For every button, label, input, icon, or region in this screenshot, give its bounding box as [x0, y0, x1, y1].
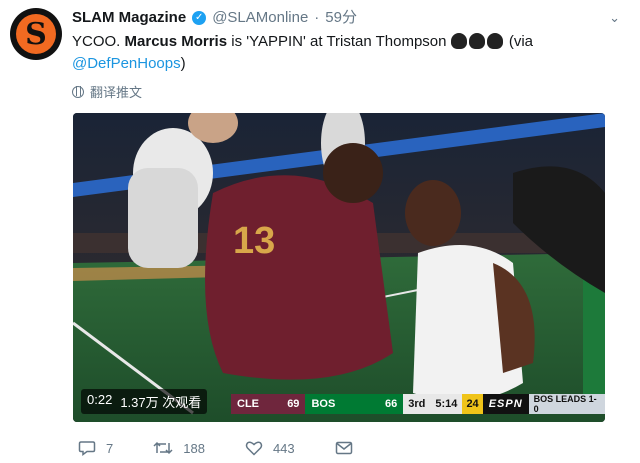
reply-count: 7	[106, 440, 114, 456]
timestamp[interactable]: 59分	[325, 8, 357, 28]
verified-badge-icon: ✓	[192, 11, 207, 25]
scorebug: CLE 69 BOS 66 3rd 5:14 24 ESPN BOS LEADS…	[231, 394, 605, 414]
tweet-text-bold: Marcus Morris	[124, 33, 228, 50]
quarter: 3rd	[403, 394, 431, 414]
speaking-head-emoji-icon	[450, 33, 467, 49]
mention-link[interactable]: @DefPenHoops	[72, 55, 181, 72]
tweet-text-part: YCOO.	[72, 33, 125, 50]
separator: ·	[314, 9, 320, 26]
retweet-button[interactable]: 188	[153, 440, 205, 456]
tweet-text-part: )	[180, 55, 186, 72]
like-count: 443	[272, 440, 295, 456]
video-duration-badge: 0:22 1.37万 次观看	[81, 389, 208, 414]
translate-label: 翻译推文	[90, 85, 143, 100]
tweet-text-part: (via	[504, 33, 533, 50]
reply-icon	[78, 441, 96, 456]
home-score: 66	[385, 398, 398, 410]
avatar[interactable]: S	[10, 8, 62, 60]
reply-button[interactable]: 7	[78, 440, 113, 456]
video-frame: 13	[73, 113, 605, 422]
network-logo: ESPN	[482, 394, 529, 414]
series-status: BOS LEADS 1-0	[528, 394, 605, 414]
tweet-actions: 7 188 443	[78, 440, 393, 456]
shot-clock: 24	[462, 394, 483, 414]
translate-tweet-button[interactable]: 翻译推文	[72, 82, 142, 101]
video-player[interactable]: 13 0:22 1.37万 次观看 CLE 69 BOS 66 3rd 5:14…	[73, 113, 605, 422]
envelope-icon	[335, 441, 352, 455]
scorebug-home: BOS 66	[305, 394, 404, 414]
home-abbr: BOS	[311, 398, 336, 410]
like-button[interactable]: 443	[245, 440, 295, 456]
tweet-header: SLAM Magazine ✓ @SLAMonline · 59分	[72, 8, 620, 28]
retweet-icon	[153, 441, 173, 455]
game-clock: 5:14	[430, 394, 463, 414]
retweet-count: 188	[183, 440, 205, 456]
away-score: 69	[287, 398, 300, 410]
speaking-head-emoji-icon	[468, 33, 485, 49]
video-duration: 0:22	[87, 392, 113, 407]
user-handle[interactable]: @SLAMonline	[212, 8, 308, 28]
chevron-down-icon[interactable]: ⌄	[609, 10, 620, 26]
jersey-number: 13	[233, 220, 275, 262]
speaking-head-emoji-icon	[486, 33, 503, 49]
globe-icon	[72, 85, 84, 98]
away-abbr: CLE	[237, 398, 259, 410]
display-name[interactable]: SLAM Magazine	[72, 8, 186, 28]
scorebug-away: CLE 69	[231, 394, 306, 414]
heart-icon	[245, 441, 263, 456]
direct-message-button[interactable]	[335, 440, 353, 456]
avatar-logo: S	[16, 14, 56, 54]
tweet-text-part: is 'YAPPIN' at Tristan Thompson	[227, 33, 451, 50]
video-views: 1.37万 次观看	[120, 395, 202, 410]
tweet-text: YCOO. Marcus Morris is 'YAPPIN' at Trist…	[72, 31, 617, 75]
